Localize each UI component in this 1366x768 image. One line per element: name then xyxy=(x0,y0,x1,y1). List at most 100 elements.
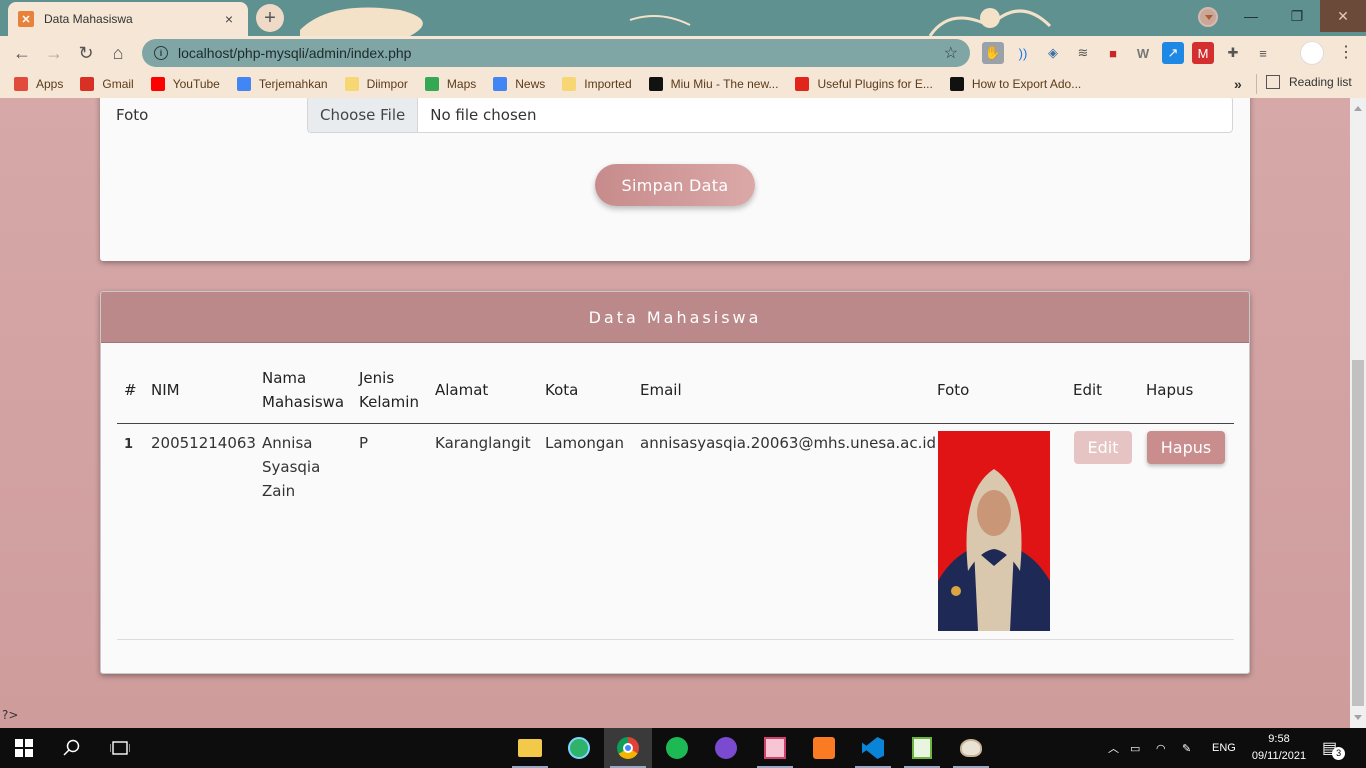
extension-icon-5[interactable]: ■ xyxy=(1102,42,1124,64)
bookmark-star-icon[interactable]: ☆ xyxy=(944,43,958,63)
menu-kebab-icon[interactable]: ⋮ xyxy=(1336,40,1356,66)
bookmark-item[interactable]: Maps xyxy=(424,77,477,91)
scroll-up-icon[interactable] xyxy=(1354,106,1362,111)
battery-icon[interactable]: ▭ xyxy=(1130,728,1140,768)
column-header-no: # xyxy=(124,381,137,399)
bookmark-item[interactable]: Gmail xyxy=(80,77,134,91)
search-icon[interactable] xyxy=(48,728,96,768)
close-window-button[interactable]: ✕ xyxy=(1320,0,1366,32)
cell-nim: 20051214063 xyxy=(151,434,256,452)
clock-date: 09/11/2021 xyxy=(1251,750,1307,762)
url-text[interactable]: localhost/php-mysqli/admin/index.php xyxy=(178,45,944,61)
simpan-data-button[interactable]: Simpan Data xyxy=(595,164,755,206)
pen-icon[interactable]: ✎ xyxy=(1182,728,1191,768)
minimize-button[interactable]: — xyxy=(1228,0,1274,32)
photoshop-icon[interactable] xyxy=(751,728,799,768)
tray-chevron-icon[interactable]: ︿ xyxy=(1108,728,1119,768)
system-clock[interactable]: 9:58 09/11/2021 xyxy=(1248,731,1310,765)
site-info-icon[interactable]: i xyxy=(154,46,168,60)
close-window-label: ✕ xyxy=(1337,7,1349,24)
foto-file-input[interactable]: Choose File No file chosen xyxy=(307,98,1233,133)
extension-icon-8[interactable]: M xyxy=(1192,42,1214,64)
theme-decoration xyxy=(300,7,1052,36)
extensions-puzzle-icon[interactable]: ✚ xyxy=(1222,42,1244,64)
file-explorer-icon[interactable] xyxy=(506,728,554,768)
media-control-icon[interactable]: ≡ xyxy=(1252,42,1274,64)
file-status-text: No file chosen xyxy=(430,105,537,124)
cell-nama: Annisa Syasqia Zain xyxy=(262,431,320,503)
cell-kota: Lamongan xyxy=(545,434,625,452)
scrollbar-thumb[interactable] xyxy=(1352,360,1364,706)
column-header-nama: Nama Mahasiswa xyxy=(262,366,344,414)
extension-icon-2[interactable]: )) xyxy=(1012,42,1034,64)
notification-count: 3 xyxy=(1332,746,1346,760)
bookmark-label: Gmail xyxy=(102,77,134,91)
reading-list-button[interactable]: Reading list xyxy=(1266,75,1352,89)
bookmark-item[interactable]: Imported xyxy=(562,77,632,91)
bookmark-item[interactable]: YouTube xyxy=(150,77,220,91)
choose-file-button[interactable]: Choose File xyxy=(308,98,419,132)
stray-php-closing-tag: ?> xyxy=(2,708,19,722)
reload-icon[interactable]: ↻ xyxy=(73,40,99,66)
bookmark-item[interactable]: Diimpor xyxy=(344,77,408,91)
extensions-bar: ✋ )) ◈ ≋ ■ W ↗ M ✚ ≡ xyxy=(982,42,1274,64)
address-bar[interactable]: i localhost/php-mysqli/admin/index.php ☆ xyxy=(142,39,970,67)
column-header-alamat: Alamat xyxy=(435,381,489,399)
maximize-button[interactable]: ❐ xyxy=(1274,0,1320,32)
table-header-divider xyxy=(117,423,1234,424)
wifi-icon[interactable]: ◠ xyxy=(1156,728,1166,768)
bookmark-item[interactable]: Miu Miu - The new... xyxy=(648,77,778,91)
extension-icon-4[interactable]: ≋ xyxy=(1072,42,1094,64)
avatar[interactable] xyxy=(1300,41,1324,65)
bookmark-item[interactable]: How to Export Ado... xyxy=(949,77,1082,91)
scroll-down-icon[interactable] xyxy=(1354,715,1362,720)
reading-list-label: Reading list xyxy=(1289,75,1352,89)
bookmarks-overflow-icon[interactable]: » xyxy=(1234,76,1242,92)
notifications-icon[interactable]: ▤ 3 xyxy=(1322,728,1350,768)
globe-app-icon[interactable] xyxy=(555,728,603,768)
vscode-icon[interactable] xyxy=(849,728,897,768)
column-header-nama-line2: Mahasiswa xyxy=(262,393,345,411)
bookmark-label: Diimpor xyxy=(366,77,408,91)
bookmark-label: Maps xyxy=(446,77,477,91)
bookmark-label: Apps xyxy=(36,77,64,91)
extension-icon-7[interactable]: ↗ xyxy=(1162,42,1184,64)
bookmark-item[interactable]: Apps xyxy=(14,77,63,91)
input-language[interactable]: ENG xyxy=(1212,728,1236,768)
browser-tab-active[interactable]: ✕ Data Mahasiswa × xyxy=(8,2,248,36)
tab-close-icon[interactable]: × xyxy=(220,11,238,27)
bookmark-label: Terjemahkan xyxy=(258,77,328,91)
task-view-icon[interactable] xyxy=(96,728,144,768)
column-header-jenis-kelamin: Jenis Kelamin xyxy=(359,366,419,414)
student-photo xyxy=(938,431,1050,631)
cell-jenis-kelamin: P xyxy=(359,434,369,452)
extension-icon-6[interactable]: W xyxy=(1132,42,1154,64)
new-tab-button[interactable]: + xyxy=(256,4,284,32)
xampp-icon: ✕ xyxy=(18,11,34,27)
chrome-icon[interactable] xyxy=(604,728,652,768)
spotify-icon[interactable] xyxy=(653,728,701,768)
extension-icon-3[interactable]: ◈ xyxy=(1042,42,1064,64)
bookmark-item[interactable]: Terjemahkan xyxy=(236,77,328,91)
bookmark-label: How to Export Ado... xyxy=(971,77,1082,91)
clock-time: 9:58 xyxy=(1268,733,1290,745)
notepad-plus-icon[interactable] xyxy=(898,728,946,768)
column-header-kota: Kota xyxy=(545,381,579,399)
cell-alamat: Karanglangit xyxy=(435,434,531,452)
home-icon[interactable]: ⌂ xyxy=(105,40,131,66)
page-scrollbar[interactable] xyxy=(1350,98,1366,728)
xampp-taskbar-icon[interactable] xyxy=(800,728,848,768)
forward-arrow-icon[interactable]: → xyxy=(41,40,67,66)
bookmark-label: YouTube xyxy=(172,77,220,91)
windows-start-icon[interactable] xyxy=(0,728,48,768)
visual-studio-icon[interactable] xyxy=(702,728,750,768)
back-arrow-icon[interactable]: ← xyxy=(9,40,35,66)
edit-button[interactable]: Edit xyxy=(1074,431,1132,464)
hapus-button[interactable]: Hapus xyxy=(1147,431,1225,464)
extension-icon-1[interactable]: ✋ xyxy=(982,42,1004,64)
table-row-divider xyxy=(117,639,1234,640)
paint-icon[interactable] xyxy=(947,728,995,768)
bookmark-item[interactable]: News xyxy=(493,77,545,91)
bookmark-item[interactable]: Useful Plugins for E... xyxy=(795,77,933,91)
profile-menu-icon[interactable] xyxy=(1198,7,1218,27)
